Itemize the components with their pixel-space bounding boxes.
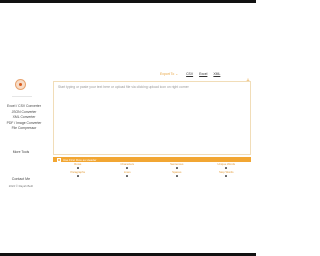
export-csv-button[interactable]: CSV <box>186 72 193 76</box>
copyright-text: 2024 © Rayah Beth <box>8 184 34 188</box>
option-stop-words[interactable]: Stop Words <box>202 170 252 179</box>
radio-icon <box>225 167 228 169</box>
radio-icon <box>126 175 129 177</box>
sidebar: Excel / CSV Converter JSON Converter XML… <box>0 3 46 253</box>
export-excel-button[interactable]: Excel <box>199 72 207 76</box>
stats-options: Rows Characters Sentences Unique Words P… <box>53 162 252 179</box>
text-input[interactable] <box>54 82 250 154</box>
header-option-label: Use First Row as Header <box>63 157 97 162</box>
header-checkbox[interactable] <box>57 157 61 162</box>
option-lines[interactable]: Lines <box>103 170 153 179</box>
export-xml-button[interactable]: XML <box>213 72 220 76</box>
radio-icon <box>175 167 178 169</box>
options-row-2: Paragraphs Lines Spaces Stop Words <box>53 170 252 179</box>
export-to-button[interactable]: Export To <box>160 72 174 76</box>
radio-icon <box>175 175 178 177</box>
option-spaces[interactable]: Spaces <box>152 170 202 179</box>
radio-icon <box>225 175 228 177</box>
download-icon[interactable] <box>245 71 251 84</box>
export-toolbar: Export To ⌄ CSV Excel XML <box>160 71 226 77</box>
radio-icon <box>76 175 79 177</box>
sidebar-item-compressor[interactable]: File Compressor <box>2 126 46 132</box>
logo-icon[interactable] <box>15 79 26 90</box>
chevron-down-icon[interactable]: ⌄ <box>175 72 178 76</box>
sidebar-nav: Excel / CSV Converter JSON Converter XML… <box>2 104 46 132</box>
contact-link[interactable]: Contact Me <box>2 177 40 181</box>
sidebar-item-excel-csv[interactable]: Excel / CSV Converter <box>2 104 46 110</box>
more-tools-link[interactable]: More Tools <box>2 150 40 154</box>
option-paragraphs[interactable]: Paragraphs <box>53 170 103 179</box>
text-editor <box>53 81 251 155</box>
radio-icon <box>76 167 79 169</box>
radio-icon <box>126 167 129 169</box>
sidebar-divider <box>12 96 32 97</box>
